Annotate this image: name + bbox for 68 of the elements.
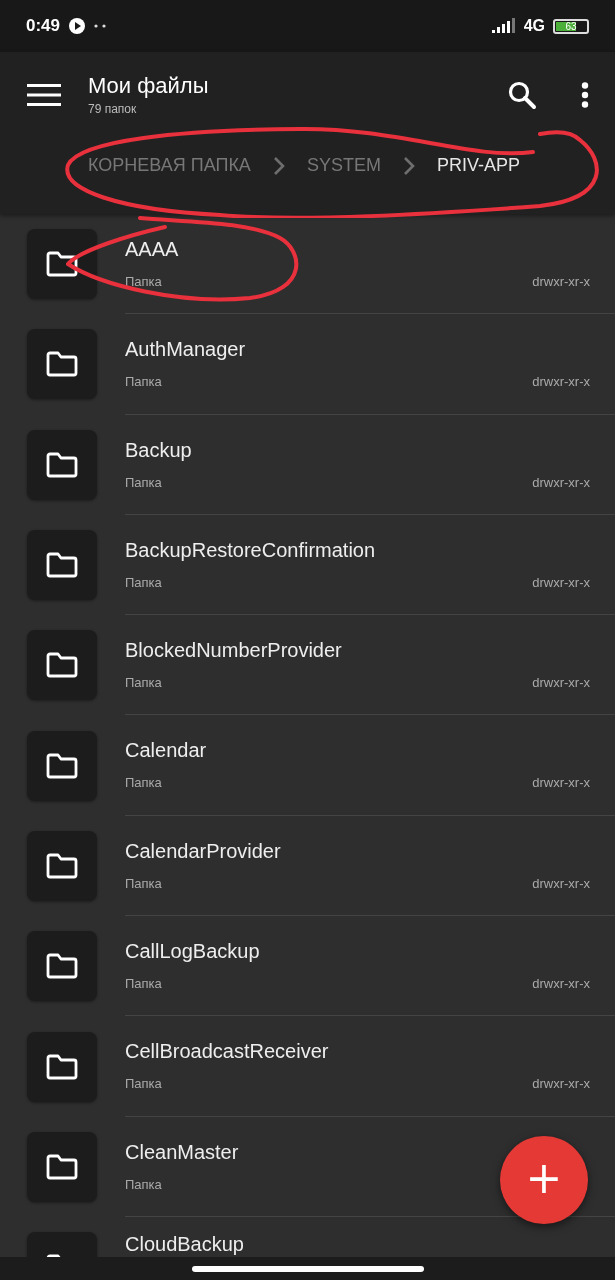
dots-icon (94, 24, 107, 28)
permissions-text: drwxr-xr-x (532, 374, 590, 390)
folder-name[interactable]: Backup (125, 438, 192, 462)
folder-tile[interactable] (27, 1131, 97, 1202)
permissions-text: drwxr-xr-x (532, 775, 590, 791)
more-icon[interactable] (581, 81, 589, 108)
search-icon[interactable] (507, 79, 537, 110)
folder-tile[interactable] (27, 931, 97, 1002)
file-type-text: Папка (125, 374, 162, 390)
app-title: Мои файлы (88, 73, 210, 99)
folder-name[interactable]: Calendar (125, 739, 207, 763)
folder-icon (46, 1053, 78, 1080)
folder-icon (46, 552, 78, 579)
folder-tile[interactable] (27, 630, 97, 701)
folder-icon (46, 251, 78, 278)
battery-icon: 63 (553, 18, 589, 34)
file-type-text: Папка (125, 274, 162, 289)
folder-name[interactable]: AAAA (125, 238, 179, 261)
file-type-text: Папка (125, 474, 162, 490)
folder-tile[interactable] (27, 530, 97, 601)
add-button[interactable]: + (500, 1136, 588, 1224)
chevron-icon (272, 155, 285, 176)
folder-name[interactable]: CallLogBackup (125, 940, 260, 964)
file-type-text: Папка (125, 1176, 162, 1192)
folder-tile[interactable] (27, 329, 97, 400)
file-type-text: Папка (125, 875, 162, 891)
permissions-text: drwxr-xr-x (532, 574, 590, 590)
folder-icon (46, 652, 78, 679)
menu-icon[interactable] (27, 82, 61, 107)
file-type-text: Папка (125, 574, 162, 590)
signal-icon (491, 18, 516, 34)
permissions-text: drwxr-xr-x (532, 875, 590, 891)
file-type-text: Папка (125, 1076, 162, 1092)
folder-name[interactable]: CloudBackup (125, 1232, 244, 1256)
file-type-text: Папка (125, 976, 162, 992)
permissions-text: drwxr-xr-x (532, 675, 590, 691)
home-indicator[interactable] (191, 1265, 424, 1272)
folder-icon (46, 953, 78, 980)
folder-icon (46, 451, 78, 478)
file-type-text: Папка (125, 675, 162, 691)
permissions-text: drwxr-xr-x (532, 274, 590, 289)
breadcrumb[interactable]: КОРНЕВАЯ ПАПКА (88, 155, 251, 176)
folder-tile[interactable] (27, 1031, 97, 1102)
folder-tile[interactable] (27, 229, 97, 300)
folder-icon (46, 351, 78, 378)
folder-name[interactable]: BlockedNumberProvider (125, 639, 342, 663)
folder-name[interactable]: CalendarProvider (125, 839, 281, 863)
network-text: 4G (523, 17, 545, 35)
folder-icon (46, 752, 78, 779)
permissions-text: drwxr-xr-x (532, 474, 590, 490)
clock-text: 0:49 (26, 16, 61, 36)
folder-icon (46, 1153, 78, 1180)
folder-name[interactable]: CleanMaster (125, 1140, 239, 1164)
play-icon (68, 17, 87, 35)
folder-name[interactable]: AuthManager (125, 338, 246, 362)
file-type-text: Папка (125, 775, 162, 791)
permissions-text: drwxr-xr-x (532, 976, 590, 992)
folder-name[interactable]: BackupRestoreConfirmation (125, 538, 376, 562)
folder-tile[interactable] (27, 429, 97, 500)
folder-icon (46, 852, 78, 879)
folder-count-text: 79 папок (88, 102, 138, 116)
chevron-icon (402, 155, 415, 176)
breadcrumb[interactable]: SYSTEM (306, 155, 381, 176)
folder-name[interactable]: CellBroadcastReceiver (125, 1040, 329, 1064)
folder-tile[interactable] (27, 830, 97, 901)
breadcrumb[interactable]: PRIV-APP (436, 155, 520, 176)
folder-tile[interactable] (27, 730, 97, 801)
permissions-text: drwxr-xr-x (532, 1076, 590, 1092)
